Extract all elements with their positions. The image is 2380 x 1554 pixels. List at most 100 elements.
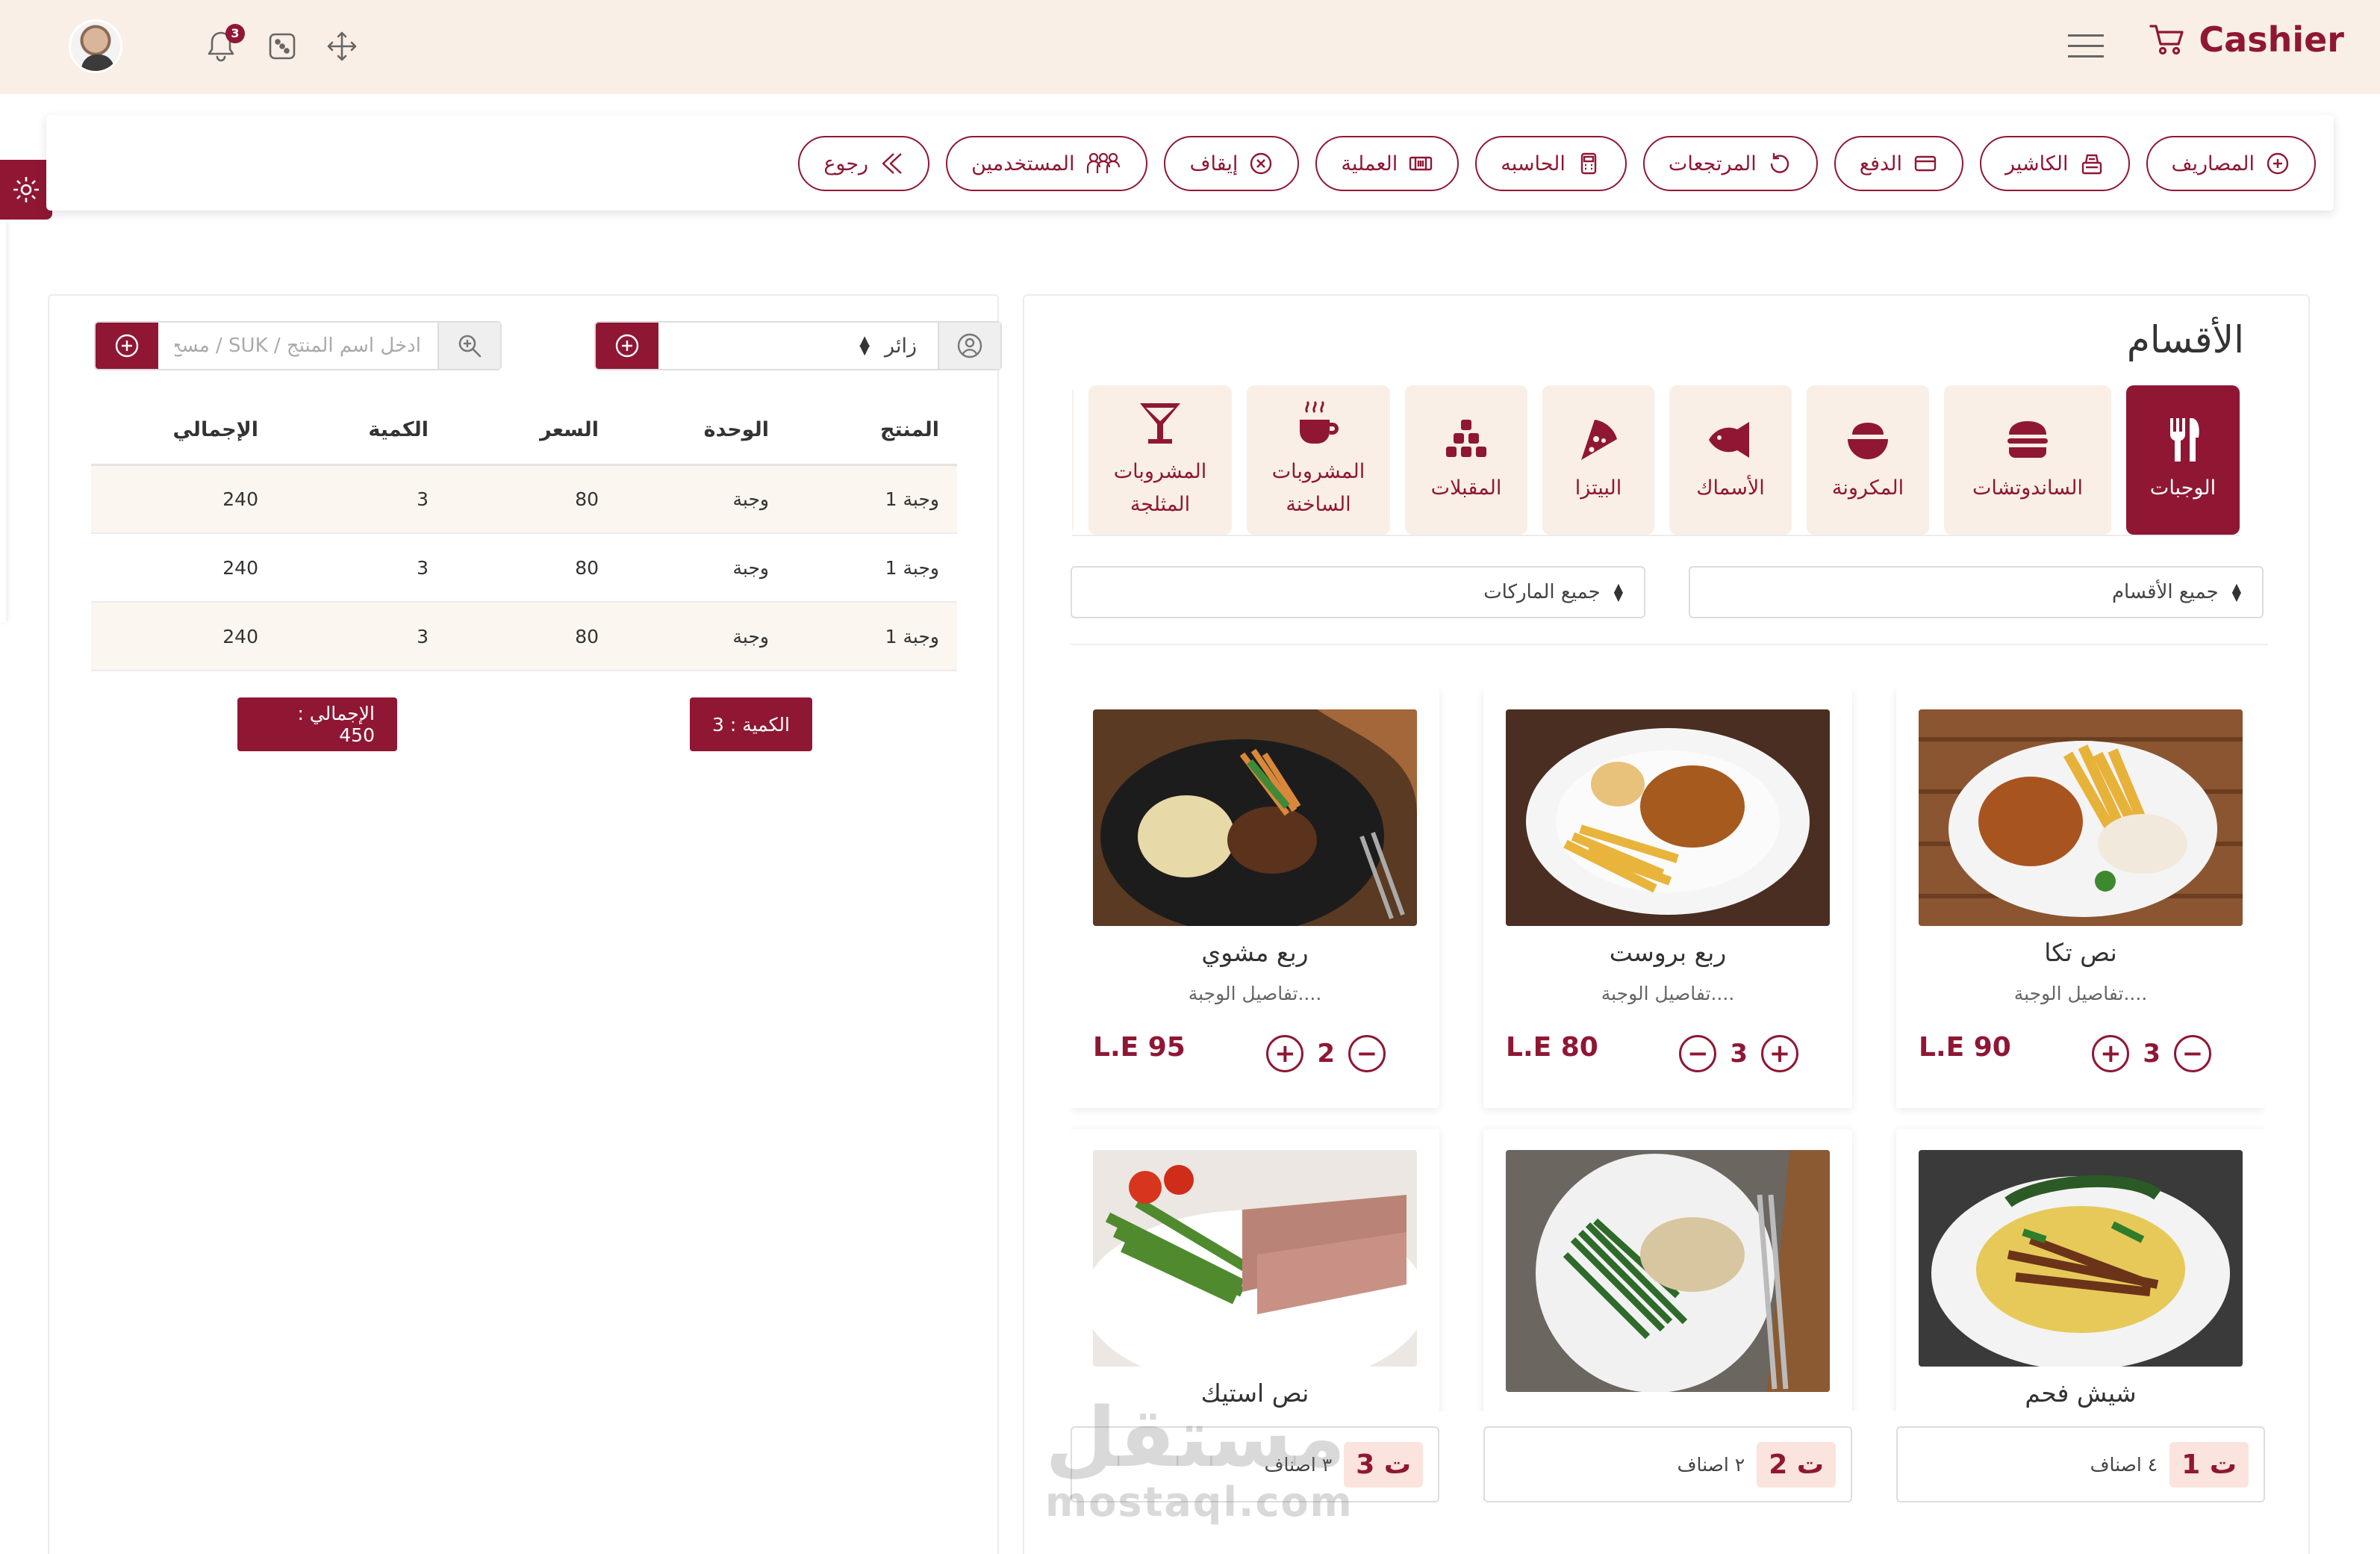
customer-dropdown[interactable]: ▲ ▼ زائر bbox=[658, 323, 938, 369]
add-customer-button[interactable] bbox=[596, 323, 658, 369]
ticket-icon bbox=[1409, 156, 1433, 171]
ticket-badge: ت 1 bbox=[2169, 1441, 2249, 1488]
category-pasta[interactable]: المكرونة bbox=[1807, 385, 1929, 535]
watermark: مستقل mostaql.com bbox=[1045, 1390, 1352, 1526]
product-card[interactable]: نص تكا تفاصيل الوجبة.... + 3 − L.E 90 bbox=[1896, 689, 2265, 1108]
category-fish[interactable]: الأسماك bbox=[1669, 385, 1792, 535]
cart-header-row: المنتج الوحدة السعر الكمية الإجمالي bbox=[91, 396, 957, 466]
product-card[interactable]: ربع مشوي تفاصيل الوجبة.... + 2 − L.E 95 bbox=[1071, 689, 1439, 1108]
category-label: المشروبات الساخنة bbox=[1271, 460, 1365, 516]
action-label: الحاسبه bbox=[1501, 152, 1566, 175]
product-card[interactable] bbox=[1483, 1129, 1852, 1411]
table-row[interactable]: وجبة 1 وجبة 80 3 240 bbox=[91, 464, 957, 534]
ticket-items-count: ٢ اصناف bbox=[1677, 1453, 1745, 1476]
notification-badge: 3 bbox=[225, 24, 245, 43]
product-card[interactable]: شيش فحم bbox=[1896, 1129, 2265, 1411]
plus-button[interactable]: + bbox=[1266, 1035, 1304, 1072]
product-search-input[interactable] bbox=[158, 323, 437, 369]
category-pizza[interactable]: البيتزا bbox=[1542, 385, 1654, 535]
add-product-button[interactable] bbox=[96, 323, 158, 369]
user-circle-icon bbox=[957, 333, 982, 358]
bowl-icon bbox=[1848, 423, 1888, 459]
top-bar: Cashier 3 bbox=[0, 0, 2380, 94]
plus-button[interactable]: + bbox=[1761, 1035, 1798, 1072]
minus-button[interactable]: − bbox=[1679, 1035, 1717, 1072]
expenses-button[interactable]: المصاريف bbox=[2146, 136, 2316, 191]
dice-button[interactable] bbox=[266, 30, 300, 64]
minus-button[interactable]: − bbox=[1348, 1035, 1386, 1072]
food-photo bbox=[1919, 709, 2243, 926]
menu-panel: الأقسام الوجبات الساندوتشات المكرونة الأ… bbox=[1023, 294, 2310, 1554]
product-card[interactable]: نص استيك bbox=[1071, 1129, 1439, 1411]
back-button[interactable]: رجوع bbox=[798, 136, 930, 191]
calculator-icon bbox=[1580, 152, 1597, 175]
avatar[interactable] bbox=[69, 19, 122, 73]
category-more[interactable] bbox=[1072, 385, 1074, 535]
ticket-item[interactable]: ٢ اصناف ت 2 bbox=[1483, 1426, 1852, 1502]
search-button[interactable] bbox=[437, 323, 500, 369]
watermark-arabic: مستقل bbox=[1045, 1390, 1346, 1485]
food-photo bbox=[1093, 709, 1417, 926]
column-header: السعر bbox=[446, 396, 617, 466]
stop-button[interactable]: إيقاف bbox=[1164, 136, 1300, 191]
users-button[interactable]: المستخدمين bbox=[946, 136, 1148, 191]
settings-button[interactable] bbox=[0, 160, 52, 220]
ticket-badge: ت 3 bbox=[1344, 1441, 1423, 1488]
category-meals[interactable]: الوجبات bbox=[2126, 385, 2240, 535]
category-filter-select[interactable]: جميع الأقسام ▲ ▼ bbox=[1689, 566, 2264, 618]
side-drawer-edge bbox=[0, 220, 6, 623]
cell-unit: وجبة bbox=[617, 464, 787, 534]
table-row[interactable]: وجبة 1 وجبة 80 3 240 bbox=[91, 602, 957, 671]
section-title: الأقسام bbox=[2126, 318, 2244, 361]
quantity-summary-button[interactable]: الكمية : 3 bbox=[690, 697, 812, 751]
notifications-button[interactable]: 3 bbox=[206, 24, 245, 64]
product-price: L.E 80 bbox=[1506, 1032, 1598, 1063]
category-appetizers[interactable]: المقبلات bbox=[1405, 385, 1527, 535]
ticket-item[interactable]: ٤ اصناف ت 1 bbox=[1896, 1426, 2265, 1502]
brand-filter-select[interactable]: جميع الماركات ▲ ▼ bbox=[1071, 566, 1645, 618]
product-description: تفاصيل الوجبة.... bbox=[1601, 983, 1735, 1004]
fullscreen-button[interactable] bbox=[325, 30, 360, 64]
action-label: إيقاف bbox=[1189, 152, 1239, 175]
card-icon bbox=[1914, 155, 1937, 172]
calculator-button[interactable]: الحاسبه bbox=[1475, 136, 1627, 191]
category-label: الأسماك bbox=[1696, 476, 1765, 500]
menu-toggle-icon[interactable] bbox=[2068, 34, 2104, 60]
filter-value: جميع الأقسام bbox=[2111, 581, 2219, 603]
category-cold-drinks[interactable]: المشروبات المثلجة bbox=[1088, 385, 1232, 535]
customer-select[interactable]: ▲ ▼ زائر bbox=[594, 321, 1002, 370]
product-name: شيش فحم bbox=[2025, 1379, 2137, 1408]
plus-button[interactable]: + bbox=[2092, 1035, 2130, 1072]
operation-button[interactable]: العملية bbox=[1315, 136, 1460, 191]
cashier-button[interactable]: الكاشير bbox=[1979, 136, 2130, 191]
column-header: الوحدة bbox=[617, 396, 787, 466]
cart-panel: ▲▼ زائر المنتج الوحدة السعر الكمية الإجم… bbox=[48, 294, 1002, 1554]
category-strip: الوجبات الساندوتشات المكرونة الأسماك الب… bbox=[1072, 385, 2240, 536]
action-label: الدفع bbox=[1859, 152, 1902, 175]
register-icon bbox=[2081, 154, 2102, 175]
ticket-badge: ت 2 bbox=[1757, 1441, 1836, 1488]
total-summary-button[interactable]: الإجمالي : 450 bbox=[237, 697, 397, 751]
payment-button[interactable]: الدفع bbox=[1834, 136, 1963, 191]
product-card[interactable]: ربع بروست تفاصيل الوجبة.... − 3 + L.E 80 bbox=[1483, 689, 1852, 1108]
table-row[interactable]: وجبة 1 وجبة 80 3 240 bbox=[91, 533, 957, 603]
category-sandwiches[interactable]: الساندوتشات bbox=[1944, 385, 2111, 535]
plus-circle-icon bbox=[2267, 152, 2289, 175]
customer-value: زائر bbox=[885, 334, 917, 358]
plus-circle-icon bbox=[115, 334, 139, 358]
gear-icon bbox=[13, 177, 39, 202]
action-label: المستخدمين bbox=[971, 152, 1075, 175]
minus-button[interactable]: − bbox=[2174, 1035, 2211, 1072]
category-label: المشروبات المثلجة bbox=[1113, 460, 1207, 516]
brand[interactable]: Cashier bbox=[2149, 19, 2344, 60]
brand-name: Cashier bbox=[2199, 19, 2344, 60]
product-grid: نص تكا تفاصيل الوجبة.... + 3 − L.E 90 رب… bbox=[1071, 689, 2265, 1411]
sort-caret-icon: ▲ ▼ bbox=[1613, 580, 1623, 603]
cell-qty: 3 bbox=[276, 464, 446, 534]
action-label: الكاشير bbox=[2004, 152, 2069, 175]
returns-button[interactable]: المرتجعات bbox=[1642, 136, 1818, 191]
hot-drink-icon bbox=[1300, 400, 1339, 444]
move-arrows-icon bbox=[327, 31, 357, 61]
category-hot-drinks[interactable]: المشروبات الساخنة bbox=[1247, 385, 1390, 535]
cell-qty: 3 bbox=[276, 602, 446, 671]
